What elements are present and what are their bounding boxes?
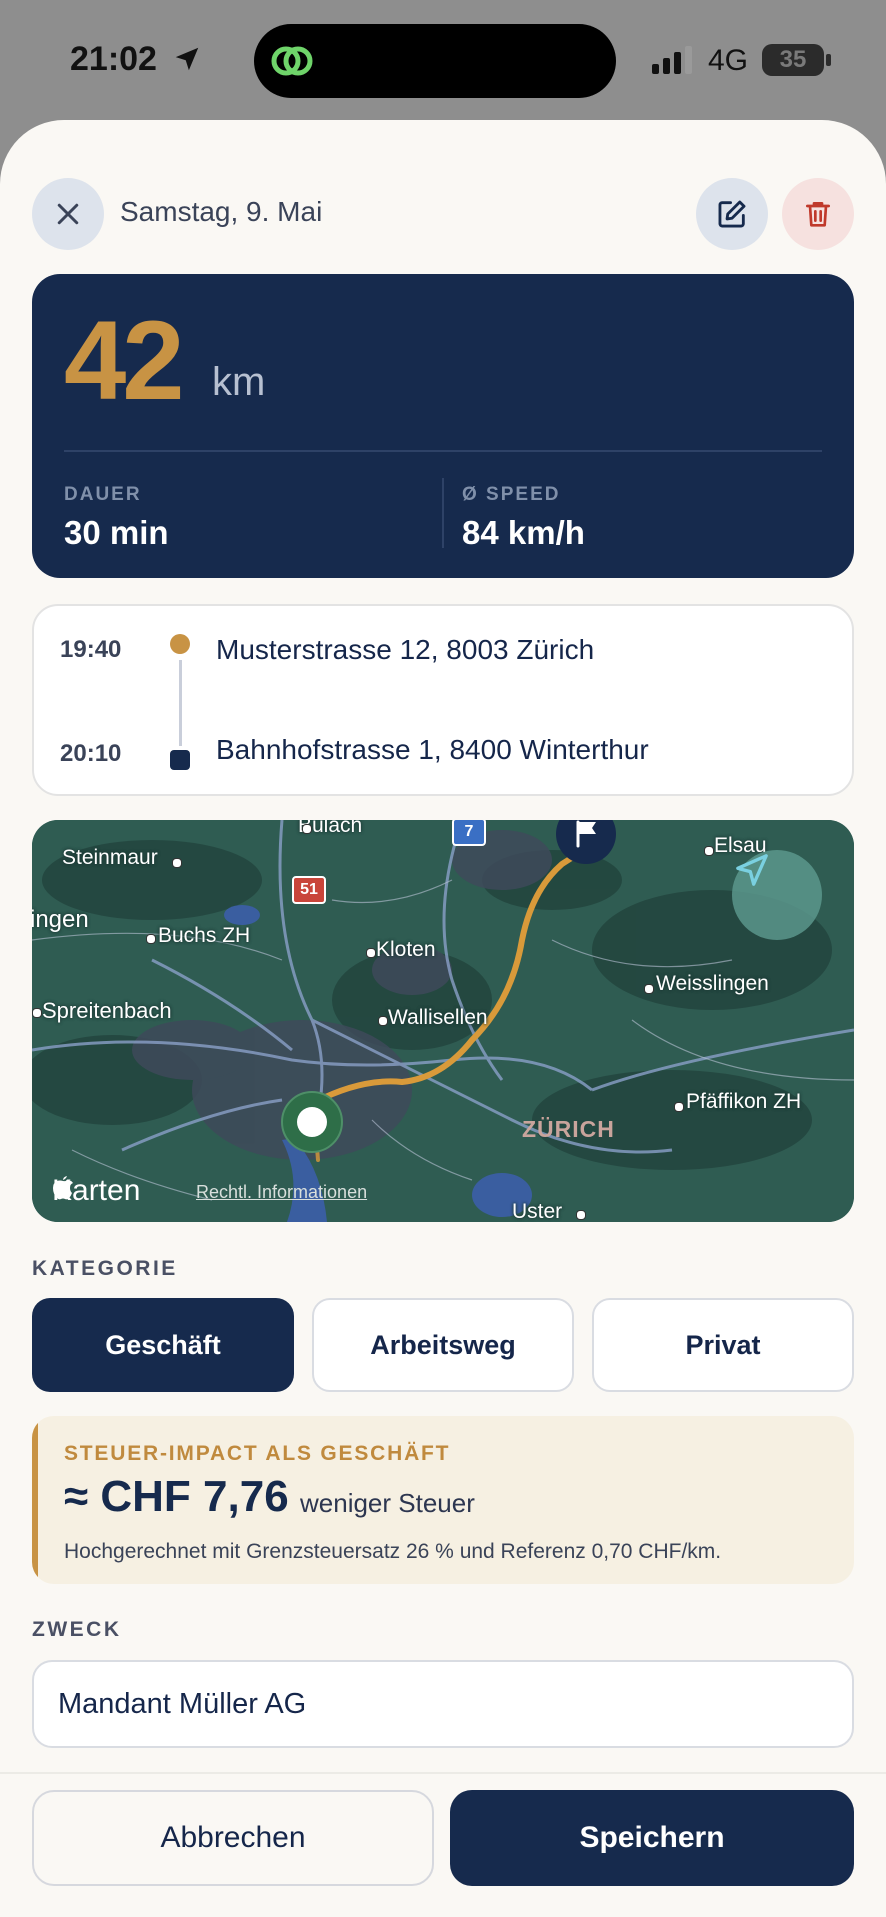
stats-vertical-divider [442,478,444,548]
trip-detail-sheet: Samstag, 9. Mai 42 km DAUER 30 min Ø SPE… [0,120,886,1917]
map-place-dot [172,858,182,868]
navigation-arrow-icon [736,854,768,886]
category-label: KATEGORIE [32,1257,178,1280]
map-label-buchs: Buchs ZH [158,924,251,947]
tax-impact-card: STEUER-IMPACT ALS GESCHÄFT ≈ CHF 7,76 we… [32,1416,854,1584]
signal-icon [652,46,692,74]
status-bar: 21:02 4G 35 [0,0,886,120]
map-label-uster: Uster [512,1200,563,1222]
route-connector [179,660,182,746]
duration-label: DAUER [64,484,142,505]
destination-flag-icon [556,820,616,864]
distance-value: 42 [64,298,185,423]
location-arrow-icon [175,47,199,71]
battery-icon: 35 [762,44,824,76]
map-place-dot [576,1210,586,1220]
tax-amount-suffix: weniger Steuer [300,1488,475,1518]
map-place-dot [704,846,714,856]
map-label-weisslingen: Weisslingen [656,972,769,995]
close-icon [57,203,79,225]
category-private-button[interactable]: Privat [592,1298,854,1392]
footer-divider [0,1772,886,1774]
edit-button[interactable] [696,178,768,250]
maps-attribution: Karten [52,1174,140,1208]
map-region-label: ZÜRICH [522,1116,615,1142]
map-place-dot [366,948,376,958]
app-activity-icon [271,46,313,76]
trip-stats-card: 42 km DAUER 30 min Ø SPEED 84 km/h [32,274,854,578]
end-marker [170,750,190,770]
road-badge: 7 [452,820,486,846]
purpose-label: ZWECK [32,1618,122,1641]
map-place-dot [146,934,156,944]
speed-value: 84 km/h [462,514,585,551]
save-button[interactable]: Speichern [450,1790,854,1886]
map-label-steinmaur: Steinmaur [62,846,158,869]
start-address: Musterstrasse 12, 8003 Zürich [216,634,595,665]
start-pin-icon [281,1091,343,1153]
close-button[interactable] [32,178,104,250]
purpose-input[interactable]: Mandant Müller AG [32,1660,854,1748]
end-time: 20:10 [60,740,122,767]
route-card: 19:40 Musterstrasse 12, 8003 Zürich 20:1… [32,604,854,796]
trash-icon [806,202,830,227]
map-label-spreitenbach: Spreitenbach [42,998,172,1023]
speed-label: Ø SPEED [462,484,561,505]
distance-unit: km [212,360,266,404]
battery-level: 35 [779,46,807,73]
end-address: Bahnhofstrasse 1, 8400 Winterthur [216,734,649,765]
map-label-ingen: ingen [32,906,89,933]
map-place-dot [644,984,654,994]
map-label-kloten: Kloten [376,938,436,961]
stats-divider [64,450,822,452]
network-type: 4G [708,44,749,77]
map-place-dot [302,824,312,834]
map-label-pfaeffikon: Pfäffikon ZH [686,1090,802,1113]
map-place-dot [674,1102,684,1112]
category-business-button[interactable]: Geschäft [32,1298,294,1392]
trip-date: Samstag, 9. Mai [120,196,323,227]
start-marker [170,634,190,654]
legal-info-link[interactable]: Rechtl. Informationen [196,1182,367,1203]
map-place-dot [32,1008,42,1018]
tax-impact-title: STEUER-IMPACT ALS GESCHÄFT [64,1442,451,1465]
apple-icon [53,1176,73,1200]
road-badge: 51 [292,876,326,904]
start-time: 19:40 [60,636,122,663]
tax-amount: ≈ CHF 7,76 [64,1472,289,1521]
cancel-button[interactable]: Abbrechen [32,1790,434,1886]
edit-icon [718,200,746,228]
route-map[interactable]: Bülach Steinmaur ingen Buchs ZH Kloten S… [32,820,854,1222]
tax-note: Hochgerechnet mit Grenzsteuersatz 26 % u… [64,1540,722,1563]
map-place-dot [378,1016,388,1026]
status-time: 21:02 [70,40,157,78]
tax-accent-bar [32,1416,38,1584]
category-commute-button[interactable]: Arbeitsweg [312,1298,574,1392]
map-label-wallisellen: Wallisellen [388,1006,488,1029]
delete-button[interactable] [782,178,854,250]
locate-button[interactable] [732,850,822,940]
battery-tip [826,54,831,66]
duration-value: 30 min [64,514,169,551]
